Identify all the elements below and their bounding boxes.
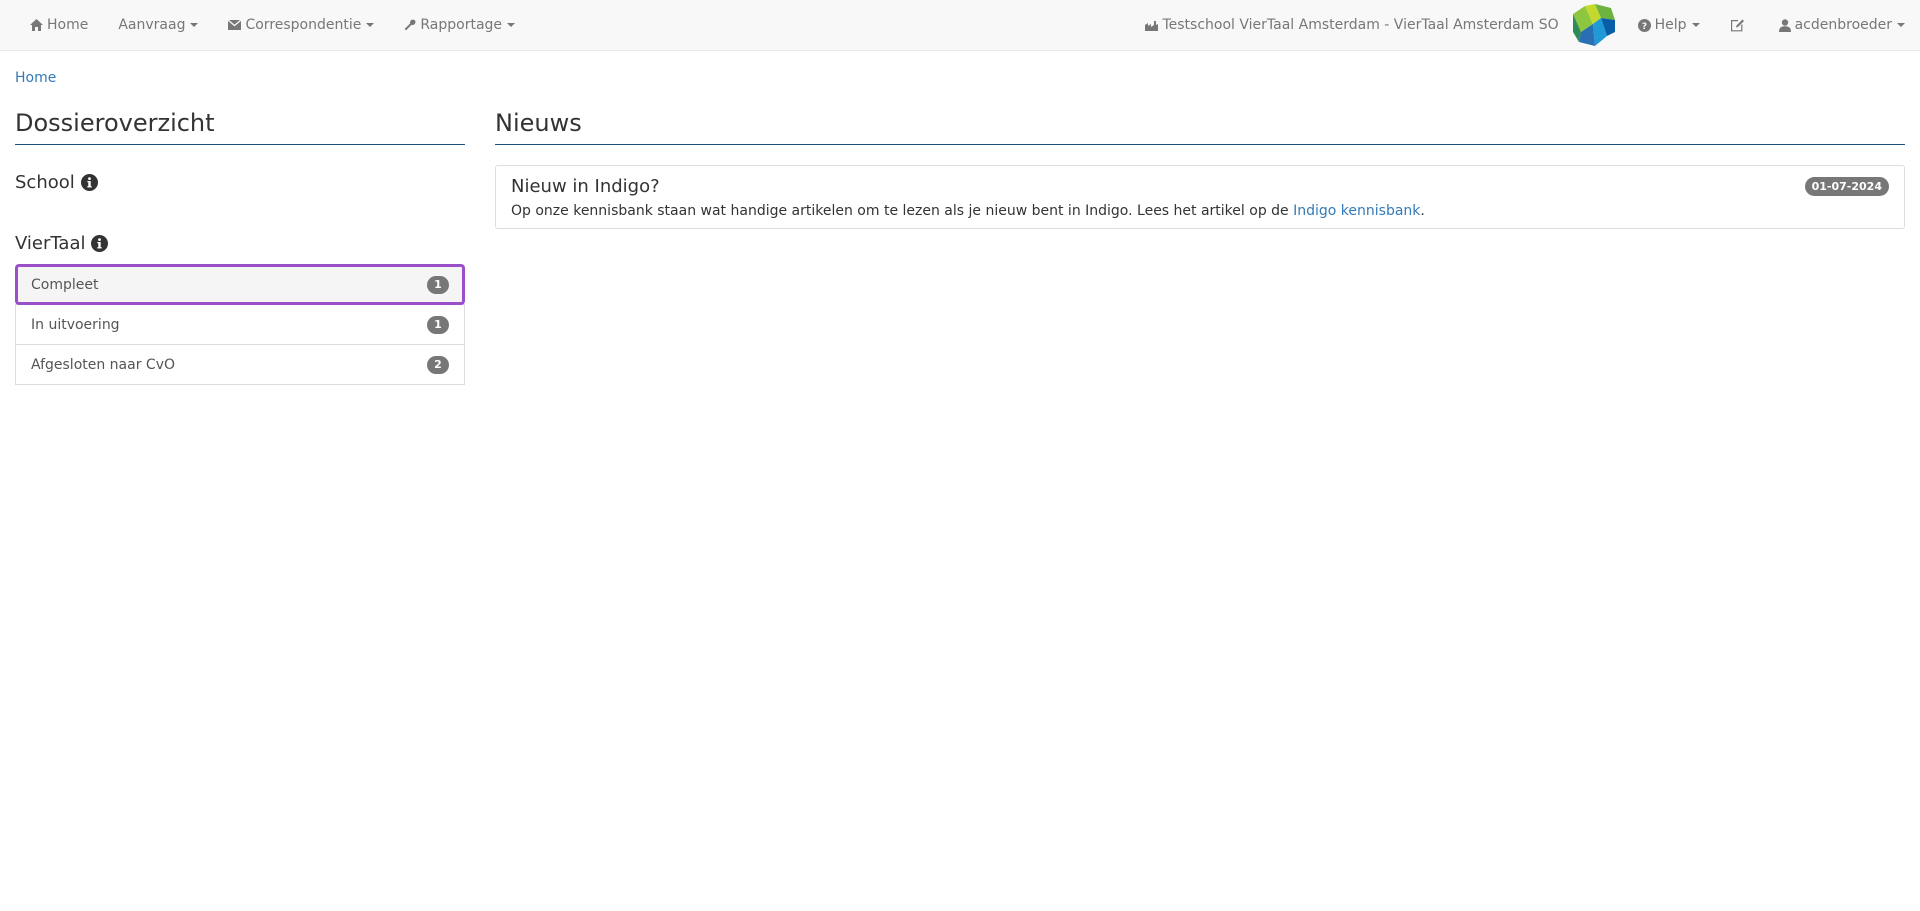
chevron-down-icon: [1691, 23, 1700, 27]
list-item-in-uitvoering[interactable]: In uitvoering 1: [15, 304, 465, 345]
news-title: Nieuws: [495, 108, 1905, 145]
school-heading-label: School: [15, 172, 75, 193]
logo-icon: [1571, 2, 1617, 48]
wrench-icon: [404, 19, 416, 31]
nav-school-label: Testschool VierTaal Amsterdam - VierTaal…: [1162, 17, 1559, 33]
news-item-body: Op onze kennisbank staan wat handige art…: [511, 203, 1889, 219]
list-item-compleet[interactable]: Compleet 1: [15, 264, 465, 305]
chevron-down-icon: [507, 23, 516, 27]
dossier-overview-panel: Dossieroverzicht School VierTaal Complee…: [15, 108, 465, 385]
envelope-icon: [228, 20, 242, 30]
news-text-before: Op onze kennisbank staan wat handige art…: [511, 203, 1294, 219]
edit-icon: [1730, 18, 1745, 32]
user-icon: [1778, 18, 1791, 32]
indigo-kennisbank-link[interactable]: Indigo kennisbank: [1293, 203, 1420, 219]
nav-correspondentie-dropdown[interactable]: Correspondentie: [213, 0, 389, 50]
nav-left: Home Aanvraag Correspondentie Rapportage: [15, 0, 530, 50]
nav-rapportage-label: Rapportage: [420, 17, 503, 33]
building-icon: [1145, 20, 1159, 31]
school-section-heading: School: [15, 172, 465, 193]
nav-help-label: Help: [1654, 17, 1687, 33]
count-badge: 2: [427, 355, 449, 374]
breadcrumb-home[interactable]: Home: [15, 70, 56, 86]
viertaal-heading-label: VierTaal: [15, 233, 86, 254]
nav-aanvraag-dropdown[interactable]: Aanvraag: [103, 0, 213, 50]
nav-help-dropdown[interactable]: ? Help: [1623, 0, 1715, 50]
chevron-down-icon: [1897, 23, 1905, 27]
nav-user-label: acdenbroeder: [1794, 17, 1892, 33]
count-badge: 1: [427, 275, 449, 294]
svg-text:?: ?: [1642, 22, 1647, 32]
count-badge: 1: [427, 315, 449, 334]
chevron-down-icon: [366, 23, 375, 27]
nav-user-dropdown[interactable]: acdenbroeder: [1764, 0, 1905, 50]
nav-home-label: Home: [47, 17, 89, 33]
list-item-label: Compleet: [31, 276, 99, 293]
list-item-afgesloten-naar-cvo[interactable]: Afgesloten naar CvO 2: [15, 344, 465, 385]
list-item-label: In uitvoering: [31, 316, 120, 333]
list-item-label: Afgesloten naar CvO: [31, 356, 175, 373]
nav-right: Testschool VierTaal Amsterdam - VierTaal…: [1130, 0, 1905, 50]
news-text-after: .: [1420, 203, 1425, 219]
chevron-down-icon: [190, 23, 199, 27]
top-navbar: Home Aanvraag Correspondentie Rapportage: [0, 0, 1920, 51]
news-item: Nieuw in Indigo? 01-07-2024 Op onze kenn…: [495, 165, 1905, 229]
nav-school-selector[interactable]: Testschool VierTaal Amsterdam - VierTaal…: [1130, 0, 1568, 50]
nav-aanvraag-label: Aanvraag: [118, 17, 186, 33]
nav-home[interactable]: Home: [15, 0, 103, 50]
news-section: Nieuws Nieuw in Indigo? 01-07-2024 Op on…: [495, 108, 1905, 229]
news-date-badge: 01-07-2024: [1804, 177, 1889, 196]
info-circle-icon[interactable]: [80, 174, 98, 191]
nav-correspondentie-label: Correspondentie: [245, 17, 362, 33]
question-circle-icon: ?: [1637, 18, 1651, 32]
info-circle-icon[interactable]: [91, 235, 109, 252]
nav-rapportage-dropdown[interactable]: Rapportage: [389, 0, 530, 50]
dossier-status-list: Compleet 1 In uitvoering 1 Afgesloten na…: [15, 264, 465, 385]
news-item-title: Nieuw in Indigo?: [511, 176, 660, 197]
dossier-overview-title: Dossieroverzicht: [15, 108, 465, 145]
home-icon: [30, 19, 43, 31]
viertaal-section-heading: VierTaal: [15, 233, 465, 254]
nav-edit-button[interactable]: [1715, 0, 1764, 50]
